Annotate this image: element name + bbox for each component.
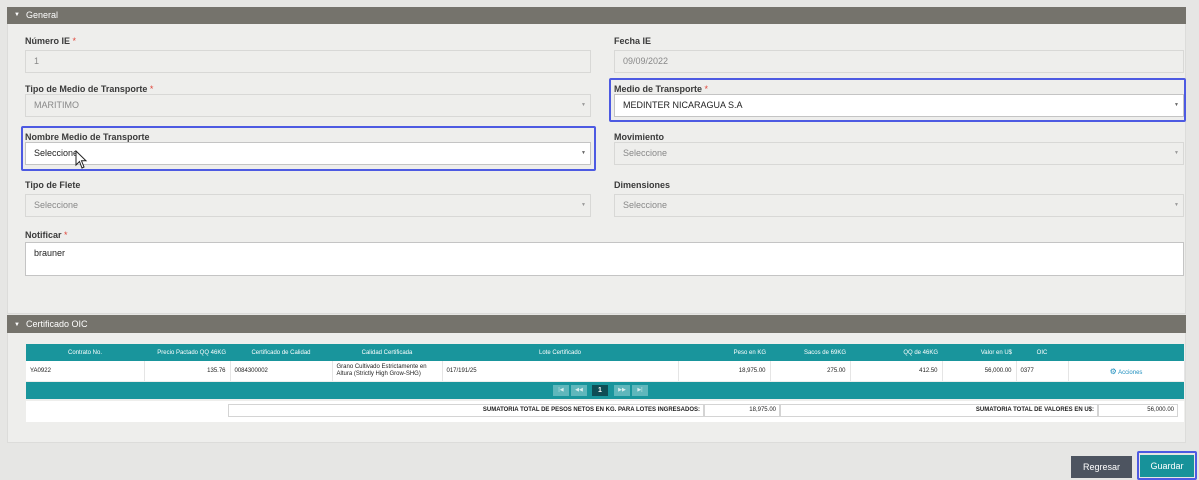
dropdown-arrow-icon: ▼ <box>1174 150 1179 156</box>
col-qq[interactable]: QQ de 46KG <box>850 344 942 361</box>
certificado-panel-title: Certificado OIC <box>25 319 88 329</box>
dimensiones-label: Dimensiones <box>614 180 671 190</box>
certificado-panel-header[interactable]: ▼ Certificado OIC <box>7 315 1186 333</box>
acciones-cell[interactable]: ⚙ Acciones <box>1068 361 1185 381</box>
cell-sacos: 275.00 <box>770 361 851 381</box>
col-acciones <box>1068 344 1184 361</box>
col-lote[interactable]: Lote Certificado <box>442 344 678 361</box>
tipo-medio-value: MARITIMO <box>34 100 79 110</box>
movimiento-label: Movimiento <box>614 132 665 142</box>
notificar-textarea[interactable]: brauner <box>25 242 1184 276</box>
tipo-medio-label: Tipo de Medio de Transporte * <box>25 84 154 94</box>
cell-peso: 18,975.00 <box>678 361 771 381</box>
movimiento-select[interactable]: Seleccione ▼ <box>614 142 1184 165</box>
chevron-down-icon: ▼ <box>14 12 20 19</box>
cell-calidad: Grano Cultivado Estrictamente en Altura … <box>332 361 443 381</box>
col-sacos[interactable]: Sacos de 69KG <box>770 344 850 361</box>
cell-contrato: YA0922 <box>26 361 145 381</box>
dropdown-arrow-icon: ▼ <box>1174 102 1179 108</box>
guardar-button[interactable]: Guardar <box>1140 455 1194 477</box>
total-valor-value: 56,000.00 <box>1098 404 1178 417</box>
medio-transporte-select[interactable]: MEDINTER NICARAGUA S.A ▼ <box>614 94 1184 117</box>
notificar-value: brauner <box>34 248 66 258</box>
dimensiones-value: Seleccione <box>623 200 668 210</box>
col-peso[interactable]: Peso en KG <box>678 344 770 361</box>
general-panel-header[interactable]: ▼ General <box>7 7 1186 24</box>
col-calidad[interactable]: Calidad Certificada <box>332 344 442 361</box>
tipo-flete-select[interactable]: Seleccione ▼ <box>25 194 591 217</box>
numero-ie-label: Número IE * <box>25 36 77 46</box>
pager-bar: |◀ ◀◀ 1 ▶▶ ▶| <box>26 382 1184 399</box>
gear-icon: ⚙ <box>1109 366 1117 376</box>
cell-precio: 135.76 <box>144 361 231 381</box>
acciones-link[interactable]: Acciones <box>1118 370 1142 376</box>
col-valor[interactable]: Valor en U$ <box>942 344 1016 361</box>
col-precio[interactable]: Precio Pactado QQ 46KG <box>144 344 230 361</box>
notificar-label: Notificar * <box>25 230 68 240</box>
tipo-flete-label: Tipo de Flete <box>25 180 81 190</box>
cell-lote: 017/191/25 <box>442 361 679 381</box>
general-panel-title: General <box>25 10 58 20</box>
tipo-medio-select[interactable]: MARITIMO ▼ <box>25 94 591 117</box>
dropdown-arrow-icon: ▼ <box>581 202 586 208</box>
fecha-ie-value: 09/09/2022 <box>623 56 669 66</box>
dropdown-arrow-icon: ▼ <box>581 102 586 108</box>
chevron-down-icon: ▼ <box>14 321 20 328</box>
pager-next-button[interactable]: ▶▶ <box>614 385 630 396</box>
dropdown-arrow-icon: ▼ <box>581 150 586 156</box>
table-row: YA0922 135.76 0084300002 Grano Cultivado… <box>26 361 1185 381</box>
pager-prev-button[interactable]: ◀◀ <box>571 385 587 396</box>
pager-last-button[interactable]: ▶| <box>632 385 648 396</box>
total-peso-label: SUMATORIA TOTAL DE PESOS NETOS EN KG. PA… <box>228 404 704 417</box>
total-valor-label: SUMATORIA TOTAL DE VALORES EN U$: <box>780 404 1098 417</box>
tipo-flete-value: Seleccione <box>34 200 79 210</box>
pager-first-button[interactable]: |◀ <box>553 385 569 396</box>
numero-ie-field[interactable]: 1 <box>25 50 591 73</box>
totals-row: SUMATORIA TOTAL DE PESOS NETOS EN KG. PA… <box>26 401 1184 422</box>
table-header-row: Contrato No. Precio Pactado QQ 46KG Cert… <box>26 344 1184 361</box>
certificado-table: Contrato No. Precio Pactado QQ 46KG Cert… <box>26 344 1185 381</box>
fecha-ie-label: Fecha IE <box>614 36 652 46</box>
medio-transporte-value: MEDINTER NICARAGUA S.A <box>623 100 743 110</box>
nombre-medio-select[interactable]: Seleccione ▼ <box>25 142 591 165</box>
regresar-button[interactable]: Regresar <box>1071 456 1132 478</box>
nombre-medio-label: Nombre Medio de Transporte <box>25 132 150 142</box>
nombre-medio-value: Seleccione <box>34 148 79 158</box>
cell-certificado: 0084300002 <box>230 361 333 381</box>
fecha-ie-field[interactable]: 09/09/2022 <box>614 50 1184 73</box>
movimiento-value: Seleccione <box>623 148 668 158</box>
col-oic[interactable]: OIC <box>1016 344 1068 361</box>
total-peso-value: 18,975.00 <box>704 404 780 417</box>
cell-qq: 412.50 <box>850 361 943 381</box>
mouse-pointer-icon <box>75 150 88 169</box>
col-contrato[interactable]: Contrato No. <box>26 344 144 361</box>
dimensiones-select[interactable]: Seleccione ▼ <box>614 194 1184 217</box>
pager-page-1[interactable]: 1 <box>592 385 608 396</box>
dropdown-arrow-icon: ▼ <box>1174 202 1179 208</box>
cell-valor: 56,000.00 <box>942 361 1017 381</box>
medio-transporte-label: Medio de Transporte * <box>614 84 709 94</box>
col-certificado[interactable]: Certificado de Calidad <box>230 344 332 361</box>
cell-oic: 0377 <box>1016 361 1069 381</box>
numero-ie-value: 1 <box>34 56 40 66</box>
